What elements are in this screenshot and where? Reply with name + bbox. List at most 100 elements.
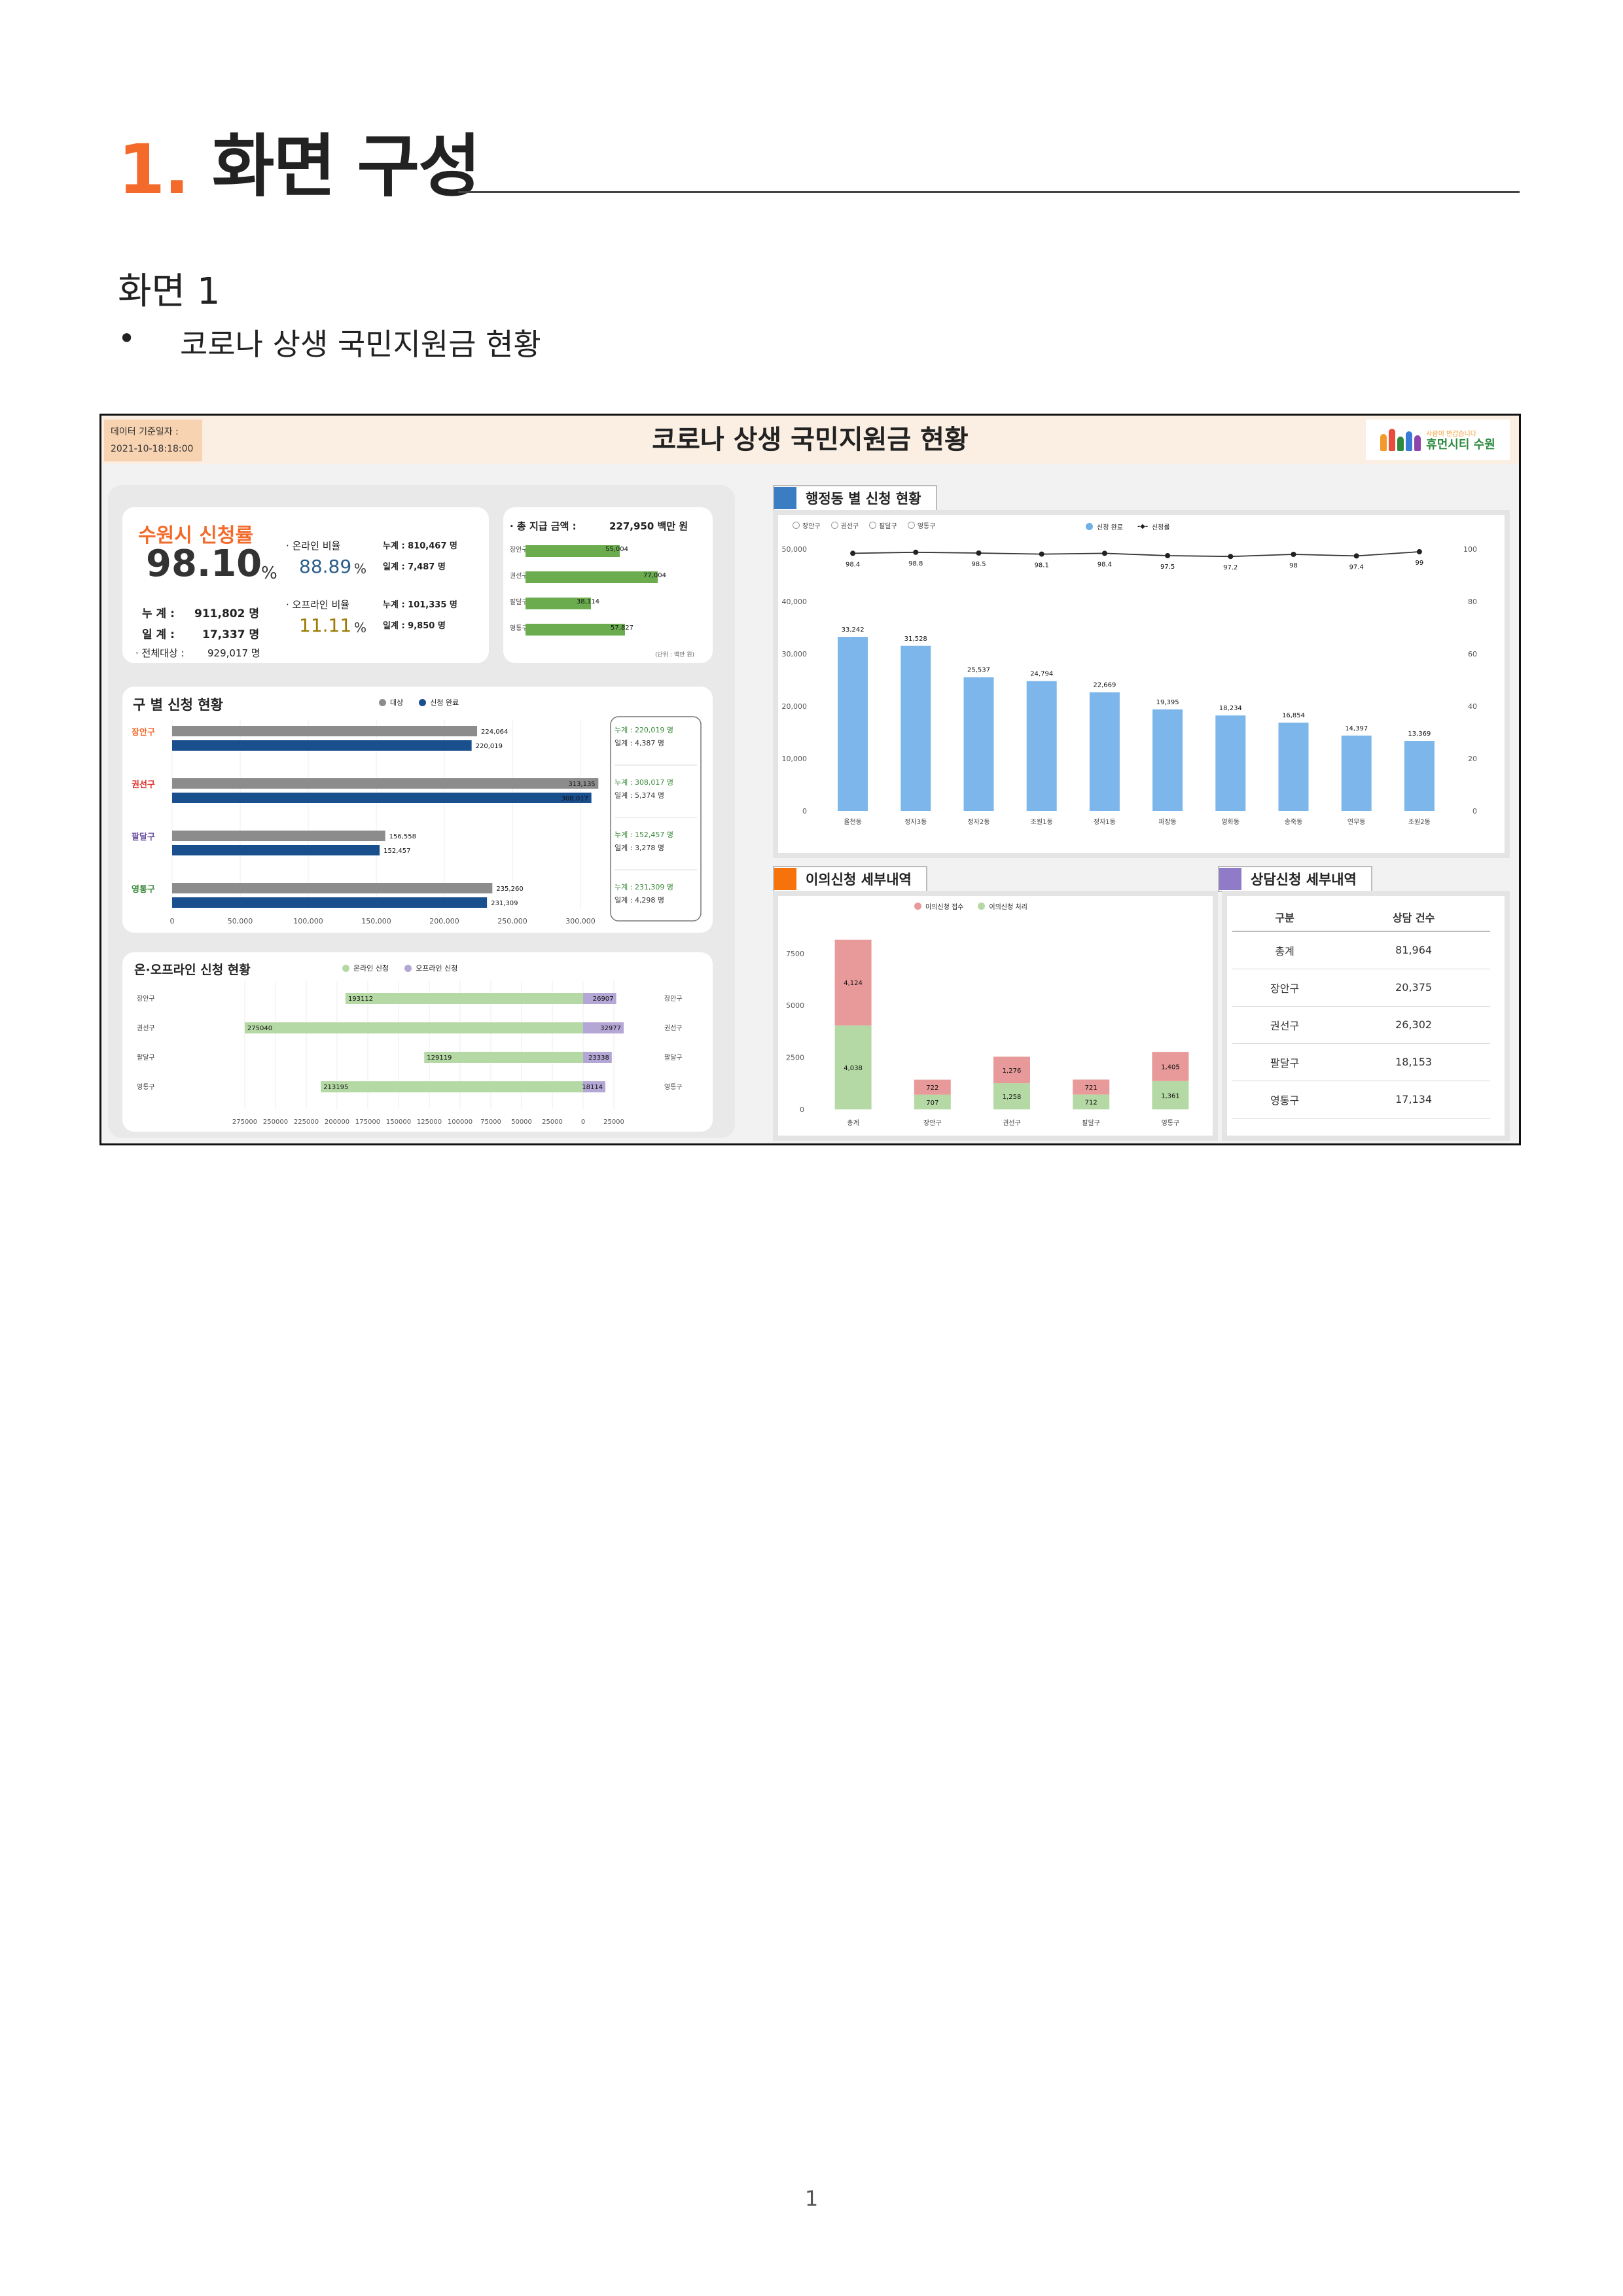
gu-target-value: 313,135 xyxy=(568,781,595,788)
objection-category-label: 장안구 xyxy=(923,1119,942,1127)
legend-target-marker xyxy=(379,698,386,706)
gu-done-value: 152,457 xyxy=(383,848,410,855)
day-label: 일 계 : xyxy=(142,628,175,641)
gu-summary-cum: 누계 : 231,309 명 xyxy=(615,883,673,891)
onoff-axis-tick: 175000 xyxy=(355,1119,380,1126)
objection-y-tick: 0 xyxy=(800,1105,804,1114)
gu-summary-cum: 누계 : 308,017 명 xyxy=(615,778,673,787)
dashboard-title: 코로나 상생 국민지원금 현황 xyxy=(652,425,969,455)
onoff-online-value: 275040 xyxy=(247,1025,272,1032)
day-value: 17,337 명 xyxy=(202,628,260,641)
objection-processed-label: 1,258 xyxy=(1003,1094,1022,1101)
rate-value: 98.10 xyxy=(146,543,262,585)
payment-value-label: 38,114 xyxy=(577,598,599,605)
dong-bar-label: 24,794 xyxy=(1030,671,1053,678)
gu-summary-cum: 누계 : 152,457 명 xyxy=(615,831,673,839)
dong-rate-label: 98.5 xyxy=(971,561,986,568)
dong-category-label: 연무동 xyxy=(1347,818,1366,826)
dong-rate-point xyxy=(913,549,919,555)
objection-received-label: 721 xyxy=(1085,1085,1097,1092)
dong-rate-line xyxy=(853,551,1419,558)
consult-table-box: 구분 상담 건수 총계 81,964 장안구 20,375 권선구 26,302 팔달… xyxy=(1222,891,1510,1141)
dong-rate-point xyxy=(1228,554,1234,560)
consult-table: 구분 상담 건수 총계 81,964 장안구 20,375 권선구 26,302 팔달… xyxy=(1232,903,1490,1119)
gu-done-bar xyxy=(172,845,380,855)
objection-category-label: 권선구 xyxy=(1003,1119,1021,1127)
gu-legend: 대상 신청 완료 xyxy=(379,697,459,708)
table-row: 장안구 20,375 xyxy=(1232,969,1490,1007)
dong-rate-label: 97.2 xyxy=(1223,564,1238,571)
dong-category-label: 파장동 xyxy=(1158,818,1177,826)
legend-done-label: 신청 완료 xyxy=(430,698,459,707)
table-row: 총계 81,964 xyxy=(1232,931,1490,969)
onoff-row-label: 장안구 xyxy=(137,995,155,1003)
onoff-axis-tick: 225000 xyxy=(294,1119,319,1126)
onoff-legend: 온라인 신청 오프라인 신청 xyxy=(342,963,457,973)
dong-bar xyxy=(963,677,994,811)
onoff-row-label-right: 팔달구 xyxy=(664,1054,683,1062)
objection-category-label: 팔달구 xyxy=(1082,1119,1100,1127)
gu-summary-day: 일계 : 4,387 명 xyxy=(615,738,664,747)
consult-cell: 17,134 xyxy=(1337,1081,1490,1119)
consult-cell: 팔달구 xyxy=(1232,1043,1338,1081)
gu-axis-tick: 100,000 xyxy=(293,917,323,925)
cum-value: 911,802 명 xyxy=(194,607,259,620)
legend-offline-label: 오프라인 신청 xyxy=(416,964,458,973)
onoff-title: 온·오프라인 신청 현황 xyxy=(134,963,251,977)
dong-rate-point xyxy=(1039,551,1044,557)
dong-rate-point xyxy=(1416,549,1422,554)
dong-rate-point xyxy=(976,550,982,556)
onoff-row-label-right: 권선구 xyxy=(664,1024,683,1032)
dong-category-label: 율천동 xyxy=(844,818,862,826)
dong-y2-tick: 60 xyxy=(1468,650,1477,658)
onoff-row-label-right: 영통구 xyxy=(664,1083,683,1091)
objection-y-tick: 2500 xyxy=(786,1054,804,1062)
cum-label: 누 계 : xyxy=(142,607,175,620)
onoff-axis-tick: 50000 xyxy=(511,1119,532,1126)
dong-y-tick: 30,000 xyxy=(782,650,808,658)
onoff-bar-chart: 275000 250000 225000 200000 175000 150000 1250… xyxy=(137,981,683,1126)
date-value: 2021-10-18:18:00 xyxy=(111,444,194,454)
consult-cell: 장안구 xyxy=(1232,969,1338,1007)
online-rate: 88.89 xyxy=(299,556,352,577)
online-day: 일계 : 7,487 명 xyxy=(383,562,446,572)
onoff-axis-tick: 125000 xyxy=(417,1119,442,1126)
table-row: 팔달구 18,153 xyxy=(1232,1043,1490,1081)
consult-cell: 81,964 xyxy=(1337,931,1490,969)
dong-rate-label: 98.4 xyxy=(1097,561,1112,568)
gu-axis-tick: 0 xyxy=(170,917,175,925)
onoff-axis-tick: 0 xyxy=(581,1119,585,1126)
dong-rate-label: 97.4 xyxy=(1349,564,1364,571)
gu-done-value: 231,309 xyxy=(491,900,518,907)
gu-summary-cum: 누계 : 220,019 명 xyxy=(615,726,673,734)
dong-bar xyxy=(1215,715,1246,811)
onoff-online-bar xyxy=(244,1022,583,1033)
dong-rate-label: 99 xyxy=(1416,560,1424,567)
apply-rate-card: 수원시 신청률 98.10 % 누 계 : 911,802 명 일 계 : 17… xyxy=(122,507,489,663)
legend-online-marker xyxy=(342,964,349,972)
payment-bar xyxy=(526,571,658,583)
dong-bar xyxy=(1026,681,1057,811)
dong-category-label: 정자1동 xyxy=(1094,818,1116,826)
gu-summary-day: 일계 : 4,298 명 xyxy=(615,895,664,905)
legend-target-label: 대상 xyxy=(390,698,404,707)
dong-y2-tick: 20 xyxy=(1468,755,1477,763)
dong-bar-label: 33,242 xyxy=(842,626,865,634)
legend-online-label: 온라인 신청 xyxy=(353,964,389,973)
gu-target-bar xyxy=(172,778,599,789)
gu-card-title: 구 별 신청 현황 xyxy=(133,697,223,713)
online-pct: % xyxy=(354,561,367,577)
consult-cell: 권선구 xyxy=(1232,1006,1338,1044)
legend-offline-marker xyxy=(404,964,412,972)
gu-axis-tick: 300,000 xyxy=(565,917,596,925)
gu-row-label: 팔달구 xyxy=(132,833,155,842)
objection-y-tick: 5000 xyxy=(786,1001,804,1010)
suwon-logo: 사람이 반갑습니다 휴먼시티 수원 xyxy=(1366,420,1510,460)
objection-chart-box: 이의신청 접수 이의신청 처리 0 2500 5000 7500 4,038 4,124 총… xyxy=(773,891,1218,1141)
consult-header-count: 상담 건수 xyxy=(1337,903,1490,932)
gu-target-bar xyxy=(172,831,385,841)
payment-unit-note: (단위 : 백만 원) xyxy=(655,652,695,658)
gu-row-label: 권선구 xyxy=(132,780,155,790)
offline-label: · 오프라인 비율 xyxy=(286,599,350,611)
dong-rate-point xyxy=(1291,552,1296,557)
